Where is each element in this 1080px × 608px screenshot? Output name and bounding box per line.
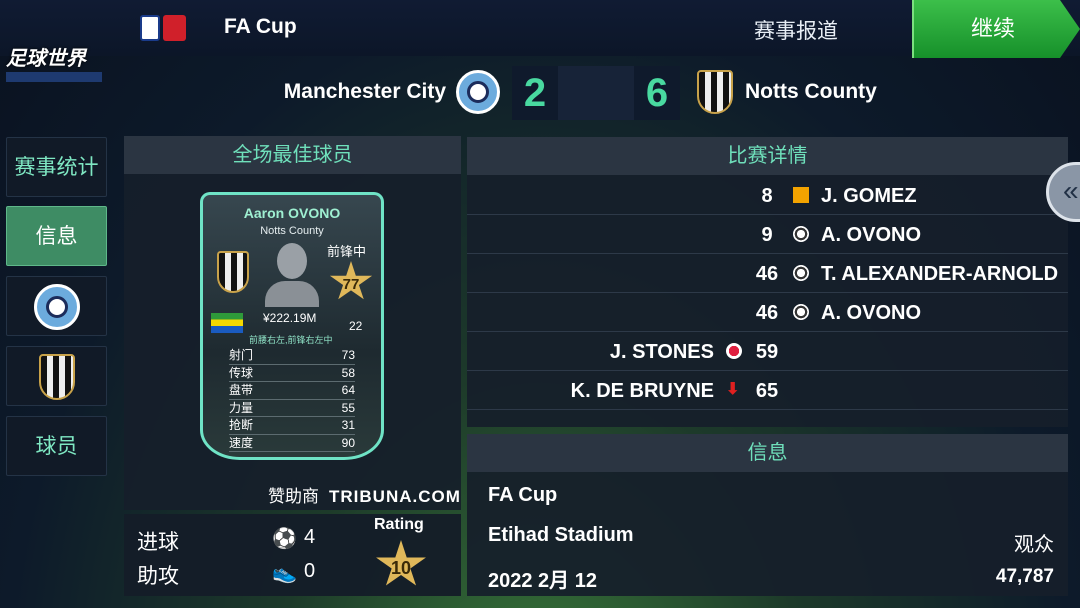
stat-label: 速度 bbox=[229, 435, 254, 450]
stat-value: 73 bbox=[341, 348, 355, 362]
event-minute: 9 bbox=[761, 224, 773, 246]
event-row: 46 A. OVONO bbox=[467, 294, 1068, 332]
match-details-panel[interactable]: 比赛详情 8 J. GOMEZ 9 A. OVONO 46 T. ALEXAND… bbox=[467, 137, 1068, 427]
stat-label: 力量 bbox=[229, 400, 254, 415]
rating-label: Rating bbox=[374, 516, 424, 533]
info-stadium: Etihad Stadium bbox=[488, 524, 634, 546]
player-summary-panel: 进球 ⚽ 4 助攻 👟 0 Rating 10 bbox=[124, 514, 461, 596]
goal-ball-icon bbox=[793, 304, 809, 320]
home-score: 2 bbox=[512, 66, 558, 120]
info-competition: FA Cup bbox=[488, 484, 558, 506]
event-row: K. DE BRUYNE ⬇ 65 bbox=[467, 372, 1068, 410]
fa-cup-logo-icon bbox=[140, 15, 186, 41]
goal-ball-icon bbox=[793, 226, 809, 242]
stat-value: 64 bbox=[341, 383, 355, 397]
event-minute: 65 bbox=[755, 380, 779, 402]
tab-away-team[interactable] bbox=[6, 346, 107, 406]
event-player: T. ALEXANDER-ARNOLD bbox=[821, 263, 1059, 285]
match-info-title: 信息 bbox=[467, 434, 1068, 472]
event-player: K. DE BRUYNE bbox=[570, 380, 714, 402]
stat-row: 抢断 31 bbox=[229, 417, 355, 435]
player-club: Notts County bbox=[260, 225, 324, 237]
goal-ball-icon bbox=[793, 265, 809, 281]
player-alt-positions: 前腰右左,前锋右左中 bbox=[249, 335, 333, 345]
event-player: J. GOMEZ bbox=[821, 185, 917, 207]
event-player: J. STONES bbox=[609, 341, 714, 363]
event-row: 46 T. ALEXANDER-ARNOLD bbox=[467, 255, 1068, 293]
continue-button[interactable]: 继续 bbox=[912, 0, 1080, 58]
player-card[interactable]: Aaron OVONO Notts County 前锋中 77 ¥222.19M… bbox=[200, 192, 384, 460]
stat-value: 55 bbox=[341, 400, 355, 415]
assists-label: 助攻 bbox=[137, 565, 179, 588]
stat-label: 抢断 bbox=[229, 418, 254, 432]
chevron-left-icon: « bbox=[1063, 175, 1079, 206]
notts-county-crest-icon bbox=[697, 70, 733, 114]
competition-title: FA Cup bbox=[224, 15, 297, 38]
stat-row: 盘带 64 bbox=[229, 382, 355, 400]
stat-row: 力量 55 bbox=[229, 400, 355, 417]
info-date: 2022 2月 12 bbox=[488, 570, 597, 592]
player-rating-star: 77 bbox=[329, 261, 373, 300]
player-age: 22 bbox=[349, 319, 363, 333]
score-divider bbox=[558, 66, 636, 120]
manchester-city-crest-icon bbox=[33, 284, 80, 331]
player-value: ¥222.19M bbox=[263, 311, 317, 325]
stat-label: 传球 bbox=[229, 365, 254, 380]
match-rating-star: 10 bbox=[376, 540, 426, 586]
event-row: 9 A. OVONO bbox=[467, 216, 1068, 254]
match-report-link[interactable]: 赛事报道 bbox=[754, 15, 838, 45]
stat-row: 射门 73 bbox=[229, 347, 355, 365]
player-stats: 射门 73 传球 58 盘带 64 力量 55 抢断 31 速度 90 bbox=[229, 347, 355, 452]
event-player: A. OVONO bbox=[821, 224, 922, 246]
match-details-title: 比赛详情 bbox=[467, 137, 1068, 175]
scoreboard: Manchester City 2 6 Notts County bbox=[0, 64, 1080, 122]
assists-value: 0 bbox=[304, 560, 316, 582]
stat-value: 31 bbox=[341, 418, 355, 432]
event-player: A. OVONO bbox=[821, 302, 922, 324]
home-team-name: Manchester City bbox=[283, 80, 446, 103]
player-of-match-panel: 全场最佳球员 Aaron OVONO Notts County 前锋中 77 ¥… bbox=[124, 136, 461, 510]
crowd-value: 47,787 bbox=[995, 566, 1054, 587]
event-minute: 8 bbox=[761, 185, 773, 207]
injury-icon bbox=[726, 343, 742, 359]
sponsor-label: 赞助商 bbox=[268, 487, 319, 506]
stat-value: 90 bbox=[341, 435, 355, 450]
goals-value: 4 bbox=[304, 526, 316, 548]
match-info-panel: 信息 FA Cup Etihad Stadium 2022 2月 12 观众 4… bbox=[467, 434, 1068, 596]
notts-county-crest-icon bbox=[217, 251, 249, 293]
tab-players[interactable]: 球员 bbox=[6, 416, 107, 476]
tab-info[interactable]: 信息 bbox=[6, 206, 107, 266]
stat-row: 传球 58 bbox=[229, 365, 355, 382]
away-team-name: Notts County bbox=[745, 80, 877, 103]
event-row: 8 J. GOMEZ bbox=[467, 177, 1068, 215]
football-icon: ⚽ bbox=[272, 528, 297, 550]
stat-label: 盘带 bbox=[229, 383, 254, 397]
crowd-label: 观众 bbox=[1014, 534, 1054, 556]
sponsor-name: TRIBUNA.COM bbox=[329, 487, 461, 506]
gabon-flag-icon bbox=[211, 313, 243, 333]
notts-county-crest-icon bbox=[38, 354, 75, 401]
substitution-off-icon: ⬇ bbox=[726, 381, 740, 398]
goals-label: 进球 bbox=[137, 531, 179, 554]
sponsor: 赞助商 TRIBUNA.COM bbox=[268, 482, 461, 507]
away-score: 6 bbox=[634, 66, 680, 120]
stat-row: 速度 90 bbox=[229, 435, 355, 452]
tab-match-stats[interactable]: 赛事统计 bbox=[6, 137, 107, 197]
player-position: 前锋中 bbox=[327, 244, 367, 259]
player-of-match-title: 全场最佳球员 bbox=[124, 136, 461, 174]
player-name: Aaron OVONO bbox=[243, 205, 341, 221]
event-minute: 46 bbox=[755, 302, 779, 324]
event-row: J. STONES 59 bbox=[467, 333, 1068, 371]
event-minute: 46 bbox=[755, 263, 779, 285]
boot-icon: 👟 bbox=[272, 562, 297, 584]
yellow-card-icon bbox=[793, 187, 809, 203]
stat-label: 射门 bbox=[229, 348, 254, 362]
tab-home-team[interactable] bbox=[6, 276, 107, 336]
event-minute: 59 bbox=[755, 341, 779, 363]
stat-value: 58 bbox=[341, 365, 355, 380]
manchester-city-crest-icon bbox=[456, 70, 500, 114]
player-avatar bbox=[265, 243, 319, 307]
